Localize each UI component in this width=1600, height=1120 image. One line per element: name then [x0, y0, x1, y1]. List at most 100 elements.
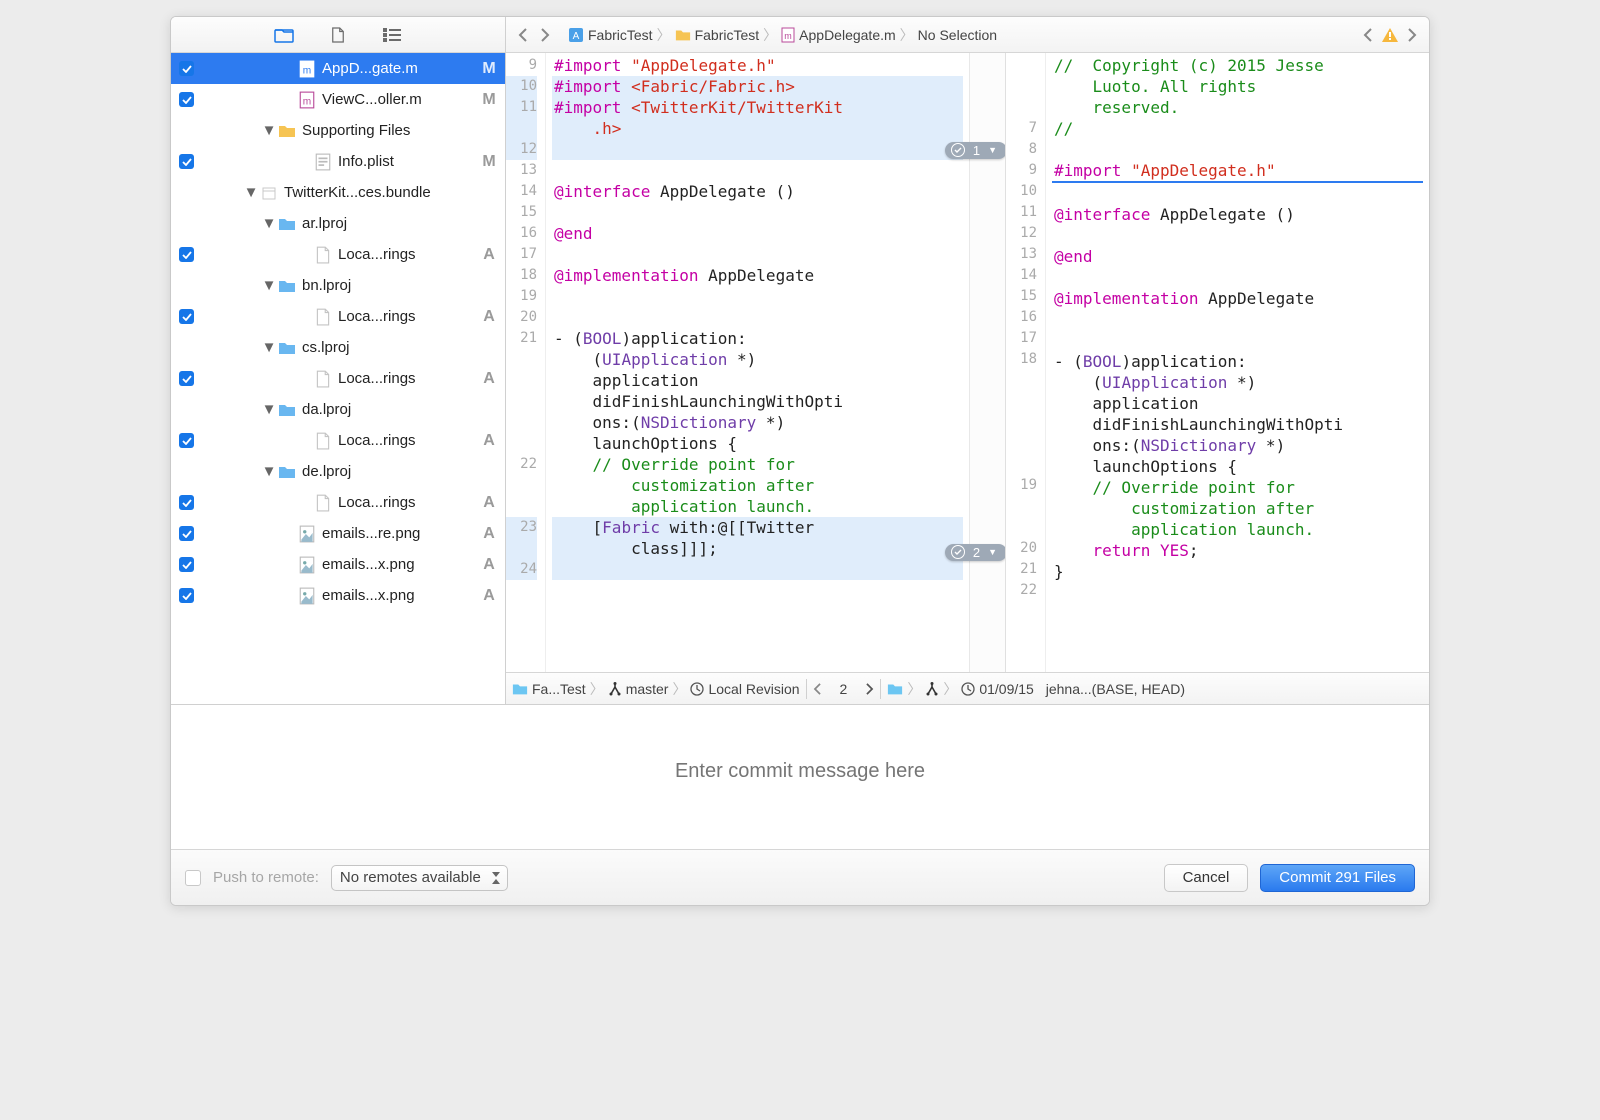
flat-view-icon[interactable] [382, 26, 402, 44]
file-label: Loca...rings [338, 494, 477, 511]
folder-blue-icon [278, 339, 296, 357]
file-row[interactable]: Loca...ringsA [171, 425, 505, 456]
disclosure-triangle-icon[interactable]: ▼ [264, 277, 274, 294]
commit-dialog: mAppD...gate.mMmViewC...oller.mM▼Support… [170, 16, 1430, 906]
warning-icon[interactable] [1379, 23, 1401, 47]
file-checkbox[interactable] [179, 154, 194, 169]
breadcrumb-selection-label: No Selection [918, 27, 997, 43]
clock-icon [690, 682, 704, 696]
file-checkbox[interactable] [179, 588, 194, 603]
file-checkbox[interactable] [179, 526, 194, 541]
diff-hunk-badge[interactable]: 2▼ [949, 543, 1006, 561]
file-checkbox[interactable] [179, 309, 194, 324]
file-label: Info.plist [338, 153, 477, 170]
file-label: da.lproj [302, 401, 477, 418]
file-checkbox[interactable] [179, 557, 194, 572]
file-checkbox[interactable] [179, 61, 194, 76]
commit-message-area [171, 704, 1429, 849]
jump-bar: A FabricTest 〉 FabricTest 〉 m AppDelegat… [506, 17, 1429, 53]
m-icon: m [298, 60, 316, 78]
issue-next-button[interactable] [1401, 23, 1423, 47]
file-row[interactable]: Loca...ringsA [171, 301, 505, 332]
sidebar-file-list[interactable]: mAppD...gate.mMmViewC...oller.mM▼Support… [171, 53, 505, 704]
breadcrumb-group-label: FabricTest [695, 27, 760, 43]
file-label: emails...x.png [322, 587, 477, 604]
diff-hunk-badge[interactable]: 1▼ [949, 141, 1006, 159]
remote-select[interactable]: No remotes available [331, 865, 508, 891]
file-row[interactable]: ▼ar.lproj [171, 208, 505, 239]
left-code: #import "AppDelegate.h"#import <Fabric/F… [546, 53, 969, 672]
disclosure-triangle-icon[interactable]: ▼ [264, 215, 274, 232]
file-row[interactable]: emails...x.pngA [171, 549, 505, 580]
nav-back-button[interactable] [512, 23, 534, 47]
breadcrumb-group[interactable]: FabricTest [673, 27, 762, 43]
file-row[interactable]: mAppD...gate.mM [171, 53, 505, 84]
svg-text:A: A [573, 31, 580, 42]
file-row[interactable]: Loca...ringsA [171, 239, 505, 270]
folder-blue-icon [278, 401, 296, 419]
right-code: // Copyright (c) 2015 Jesse Luoto. All r… [1046, 53, 1429, 672]
m-icon: m [298, 91, 316, 109]
push-to-remote-checkbox[interactable] [185, 870, 201, 886]
file-row[interactable]: Loca...ringsA [171, 363, 505, 394]
left-diff-pane[interactable]: 9101112131415161718192021222324 #import … [506, 53, 1006, 672]
breadcrumb-project[interactable]: A FabricTest [566, 27, 655, 43]
cancel-button[interactable]: Cancel [1164, 864, 1249, 892]
file-row[interactable]: ▼ da.lproj [171, 394, 505, 425]
pager-prev-button[interactable] [813, 683, 822, 695]
file-row[interactable]: ▼de.lproj [171, 456, 505, 487]
file-icon [314, 246, 332, 264]
sidebar-toolbar [171, 17, 505, 53]
file-icon [314, 370, 332, 388]
file-row[interactable]: ▼ TwitterKit...ces.bundle [171, 177, 505, 208]
file-checkbox[interactable] [179, 92, 194, 107]
nav-forward-button[interactable] [534, 23, 556, 47]
commit-message-input[interactable] [171, 705, 1429, 849]
file-row[interactable]: emails...re.pngA [171, 518, 505, 549]
file-checkbox[interactable] [179, 247, 194, 262]
file-row[interactable]: ▼Supporting Files [171, 115, 505, 146]
plist-icon [314, 153, 332, 171]
file-icon [314, 494, 332, 512]
file-checkbox[interactable] [179, 371, 194, 386]
file-row[interactable]: ▼bn.lproj [171, 270, 505, 301]
left-repo-crumb[interactable]: Fa...Test 〉 master 〉 Local Revision [506, 679, 806, 699]
disclosure-triangle-icon[interactable]: ▼ [264, 122, 274, 139]
file-row[interactable]: Info.plistM [171, 146, 505, 177]
file-row[interactable]: mViewC...oller.mM [171, 84, 505, 115]
file-row[interactable]: emails...x.pngA [171, 580, 505, 611]
file-status: A [477, 587, 501, 605]
right-diff-pane[interactable]: 78910111213141516171819202122 // Copyrig… [1006, 53, 1429, 672]
disclosure-triangle-icon[interactable]: ▼ [246, 184, 256, 201]
file-status: M [477, 60, 501, 78]
file-checkbox[interactable] [179, 495, 194, 510]
disclosure-triangle-icon[interactable]: ▼ [264, 463, 274, 480]
document-view-icon[interactable] [328, 26, 348, 44]
commit-button[interactable]: Commit 291 Files [1260, 864, 1415, 892]
svg-text:m: m [784, 31, 792, 41]
file-label: Loca...rings [338, 246, 477, 263]
breadcrumb-file[interactable]: m AppDelegate.m [779, 27, 898, 43]
branch-icon [925, 682, 939, 696]
file-status: A [477, 525, 501, 543]
file-row[interactable]: ▼ cs.lproj [171, 332, 505, 363]
pager-next-button[interactable] [865, 683, 874, 695]
bundle-icon [260, 184, 278, 202]
issue-prev-button[interactable] [1357, 23, 1379, 47]
breadcrumb-selection[interactable]: No Selection [916, 27, 999, 43]
file-label: cs.lproj [302, 339, 477, 356]
disclosure-triangle-icon[interactable]: ▼ [264, 339, 274, 356]
png-icon [298, 587, 316, 605]
right-date-label: 01/09/15 [979, 681, 1034, 697]
file-checkbox[interactable] [179, 433, 194, 448]
left-branch-label: master [626, 681, 669, 697]
right-repo-crumb[interactable]: 〉 〉 01/09/15 jehna...(BASE, HEAD) [881, 679, 1191, 699]
folder-blue-icon [278, 277, 296, 295]
file-label: emails...re.png [322, 525, 477, 542]
file-status: A [477, 370, 501, 388]
folder-view-icon[interactable] [274, 26, 294, 44]
file-label: emails...x.png [322, 556, 477, 573]
file-label: TwitterKit...ces.bundle [284, 184, 477, 201]
disclosure-triangle-icon[interactable]: ▼ [264, 401, 274, 418]
file-row[interactable]: Loca...ringsA [171, 487, 505, 518]
